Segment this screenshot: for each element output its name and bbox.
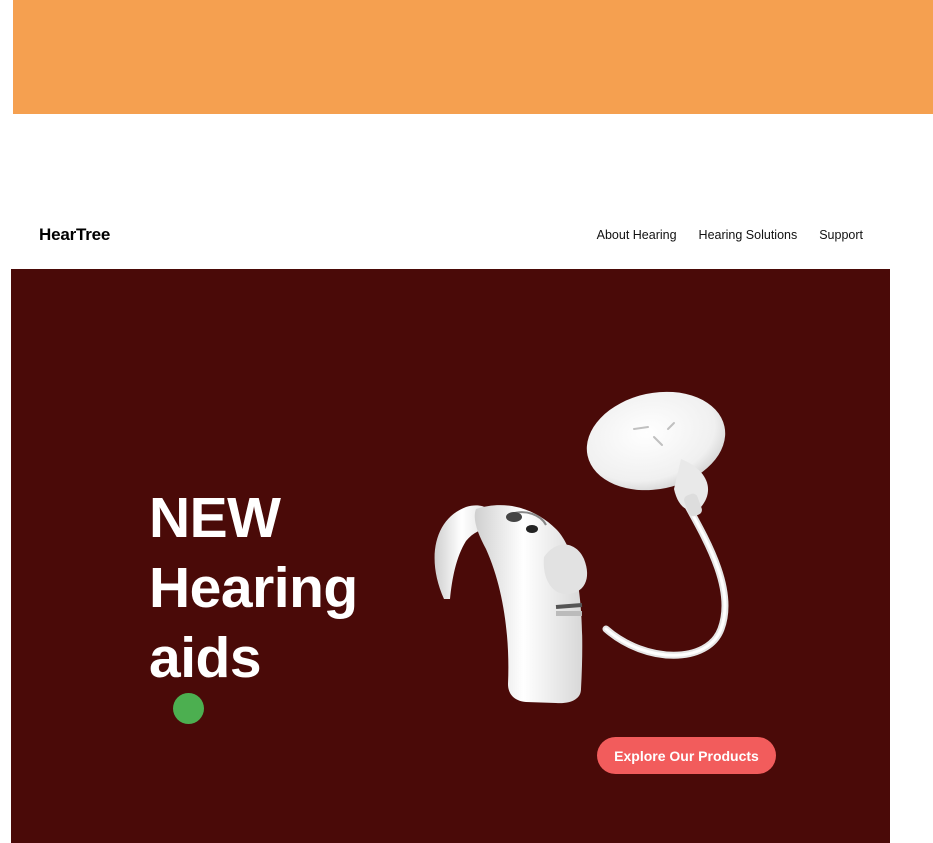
hero-section: NEW Hearing aids Explore Our Products <box>11 269 890 843</box>
navbar: HearTree About Hearing Hearing Solutions… <box>11 218 890 254</box>
top-banner <box>13 0 933 114</box>
nav-link-about-hearing[interactable]: About Hearing <box>597 228 677 242</box>
nav-link-hearing-solutions[interactable]: Hearing Solutions <box>699 228 798 242</box>
hero-heading-line-2: Hearing <box>149 556 358 620</box>
nav-link-support[interactable]: Support <box>819 228 863 242</box>
hero-heading-line-3: aids <box>149 623 358 724</box>
hero-heading: NEW Hearing aids <box>149 483 358 724</box>
hero-heading-line-3-text: aids <box>149 626 262 690</box>
green-dot-icon <box>173 693 204 724</box>
hero-heading-line-1: NEW <box>149 486 281 550</box>
brand-logo[interactable]: HearTree <box>39 225 110 245</box>
hearing-aid-image <box>434 391 729 704</box>
nav-links: About Hearing Hearing Solutions Support <box>597 228 863 242</box>
explore-products-button[interactable]: Explore Our Products <box>597 737 776 774</box>
page: HearTree About Hearing Hearing Solutions… <box>0 0 933 843</box>
